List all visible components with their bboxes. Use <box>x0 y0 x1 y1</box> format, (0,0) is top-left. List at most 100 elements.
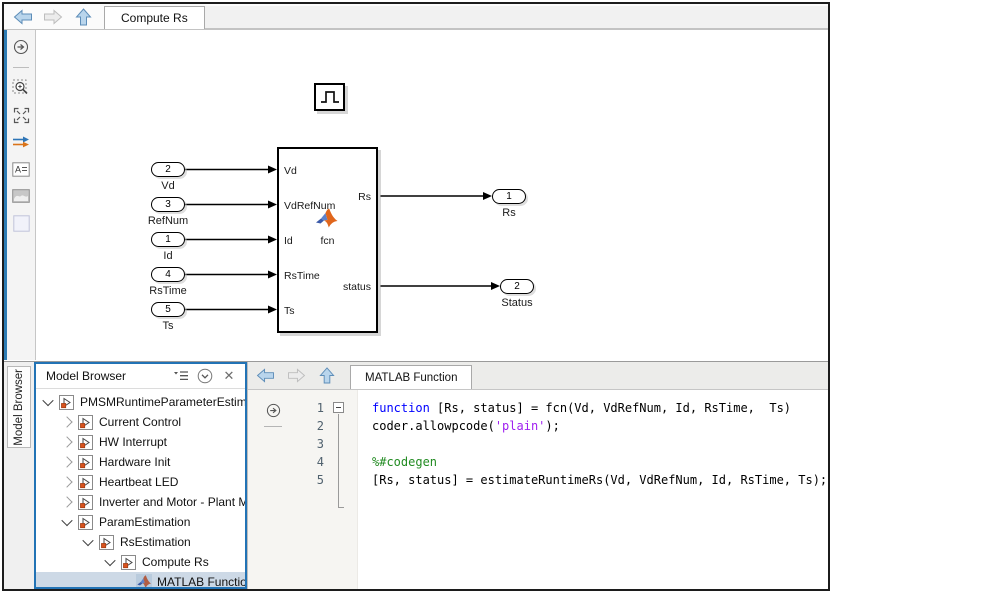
tree-item-label: MATLAB Functio <box>157 575 245 587</box>
code-line-2: coder.allowpcode('plain'); <box>372 417 828 435</box>
fold-collapse-icon[interactable] <box>333 402 344 413</box>
code-fold-column <box>324 390 358 589</box>
up-to-parent-button[interactable] <box>72 8 94 26</box>
tree-item-label: PMSMRuntimeParameterEstimat <box>80 395 245 409</box>
tree-item-matlab-function[interactable]: MATLAB Functio <box>36 572 245 587</box>
chevron-expanded-icon[interactable] <box>82 535 93 546</box>
nav-buttons <box>4 4 104 29</box>
line-number: 5 <box>298 471 324 489</box>
chevron-expanded-icon[interactable] <box>42 395 53 406</box>
subsystem-icon <box>121 555 137 570</box>
chevron-collapsed-icon[interactable] <box>61 456 72 467</box>
inport-block-ts[interactable]: 5 <box>151 302 185 317</box>
matlab-function-block[interactable]: Vd VdRefNum Id RsTime Ts Rs status fcn <box>277 147 378 333</box>
pulse-generator-block[interactable] <box>314 83 345 111</box>
chevron-collapsed-icon[interactable] <box>61 476 72 487</box>
chevron-collapsed-icon[interactable] <box>61 436 72 447</box>
editor-gutter <box>248 390 298 589</box>
model-browser-panel: Model Browser ✕ PMSMRuntimeParameterEsti… <box>34 362 247 589</box>
tree-item-rs-estimation[interactable]: RsEstimation <box>36 532 245 552</box>
code-area[interactable]: function [Rs, status] = fcn(Vd, VdRefNum… <box>358 390 828 589</box>
editor-tab-matlab-function[interactable]: MATLAB Function <box>350 365 472 389</box>
inport-number: 1 <box>165 234 171 245</box>
outport-block-rs[interactable]: 1 <box>492 189 526 204</box>
tree-item-hw-interrupt[interactable]: HW Interrupt <box>36 432 245 452</box>
editor-toolbar: MATLAB Function <box>248 362 828 390</box>
editor-tab-label: MATLAB Function <box>365 372 457 384</box>
block-port-rstime: RsTime <box>284 270 320 282</box>
subsystem-icon <box>78 515 94 530</box>
line-number: 4 <box>298 453 324 471</box>
back-icon <box>13 9 33 25</box>
fold-extent-line <box>338 414 344 508</box>
block-port-id: Id <box>284 235 293 247</box>
zoom-region-icon[interactable] <box>12 79 30 97</box>
inport-block-refnum[interactable]: 3 <box>151 197 185 212</box>
tree-item-current-control[interactable]: Current Control <box>36 412 245 432</box>
model-canvas[interactable]: 2 Vd 3 RefNum 1 Id 4 RsTime 5 Ts Vd VdRe… <box>36 30 828 360</box>
editor-forward-button[interactable] <box>285 367 307 385</box>
canvas-section: A <box>4 30 828 360</box>
area-icon[interactable] <box>12 214 30 232</box>
outport-label-rs: Rs <box>502 207 515 219</box>
code-line-3 <box>372 435 828 453</box>
inport-number: 5 <box>165 304 171 315</box>
tree-item-hardware-init[interactable]: Hardware Init <box>36 452 245 472</box>
chevron-expanded-icon[interactable] <box>104 555 115 566</box>
pulse-icon <box>319 88 341 106</box>
inport-block-rstime[interactable]: 4 <box>151 267 185 282</box>
chevron-collapsed-icon[interactable] <box>61 416 72 427</box>
inport-block-vd[interactable]: 2 <box>151 162 185 177</box>
back-icon <box>256 368 275 383</box>
code-line-5: [Rs, status] = estimateRuntimeRs(Vd, VdR… <box>372 471 828 489</box>
chevron-collapsed-icon[interactable] <box>61 496 72 507</box>
tree-item-heartbeat-led[interactable]: Heartbeat LED <box>36 472 245 492</box>
inport-number: 4 <box>165 269 171 280</box>
outport-block-status[interactable]: 2 <box>500 279 534 294</box>
circle-arrow-icon[interactable] <box>12 38 30 56</box>
annotation-icon[interactable]: A <box>12 160 30 178</box>
tree-item-inverter-and-motor[interactable]: Inverter and Motor - Plant M <box>36 492 245 512</box>
model-browser-header: Model Browser ✕ <box>36 364 245 389</box>
canvas-toolbar: Compute Rs <box>4 4 828 30</box>
code-text: coder.allowpcode( <box>372 419 495 433</box>
model-browser-tree: PMSMRuntimeParameterEstimat Current Cont… <box>36 389 245 587</box>
circle-arrow-icon[interactable] <box>264 401 282 419</box>
tree-item-param-estimation[interactable]: ParamEstimation <box>36 512 245 532</box>
subsystem-icon <box>78 475 94 490</box>
signal-arrows-icon[interactable] <box>12 133 30 151</box>
forward-icon <box>287 368 306 383</box>
editor-back-button[interactable] <box>254 367 276 385</box>
tree-item-label: ParamEstimation <box>99 515 190 529</box>
image-icon[interactable] <box>12 187 30 205</box>
chevron-expanded-icon[interactable] <box>61 515 72 526</box>
block-port-status: status <box>343 281 371 293</box>
fit-view-icon[interactable] <box>12 106 30 124</box>
inport-block-id[interactable]: 1 <box>151 232 185 247</box>
inport-label-rstime: RsTime <box>149 285 186 297</box>
code-text: [Rs, status] = fcn(Vd, VdRefNum, Id, RsT… <box>430 401 791 415</box>
subsystem-icon <box>78 415 94 430</box>
canvas-tab-compute-rs[interactable]: Compute Rs <box>104 6 205 29</box>
line-number: 1 <box>298 399 324 417</box>
forward-icon <box>43 9 63 25</box>
model-browser-title: Model Browser <box>46 369 167 383</box>
matlab-function-editor: MATLAB Function 1 2 3 4 <box>247 362 828 589</box>
back-button[interactable] <box>12 8 34 26</box>
tree-item-label: Current Control <box>99 415 181 429</box>
forward-button[interactable] <box>42 8 64 26</box>
tree-item-root-model[interactable]: PMSMRuntimeParameterEstimat <box>36 392 245 412</box>
filter-menu-icon[interactable] <box>171 367 191 385</box>
code-text: [Rs, status] = estimateRuntimeRs(Vd, VdR… <box>372 473 827 487</box>
up-icon <box>319 367 335 384</box>
keyword-function: function <box>372 401 430 415</box>
function-block-name: fcn <box>320 235 334 247</box>
collapse-all-icon[interactable] <box>195 367 215 385</box>
model-browser-vertical-tab-label: Model Browser <box>13 369 25 446</box>
tree-item-compute-rs[interactable]: Compute Rs <box>36 552 245 572</box>
close-icon[interactable]: ✕ <box>219 367 239 385</box>
subsystem-icon <box>78 495 94 510</box>
model-browser-vertical-tab[interactable]: Model Browser <box>7 366 31 448</box>
editor-up-button[interactable] <box>316 367 338 385</box>
canvas-palette: A <box>7 30 36 360</box>
